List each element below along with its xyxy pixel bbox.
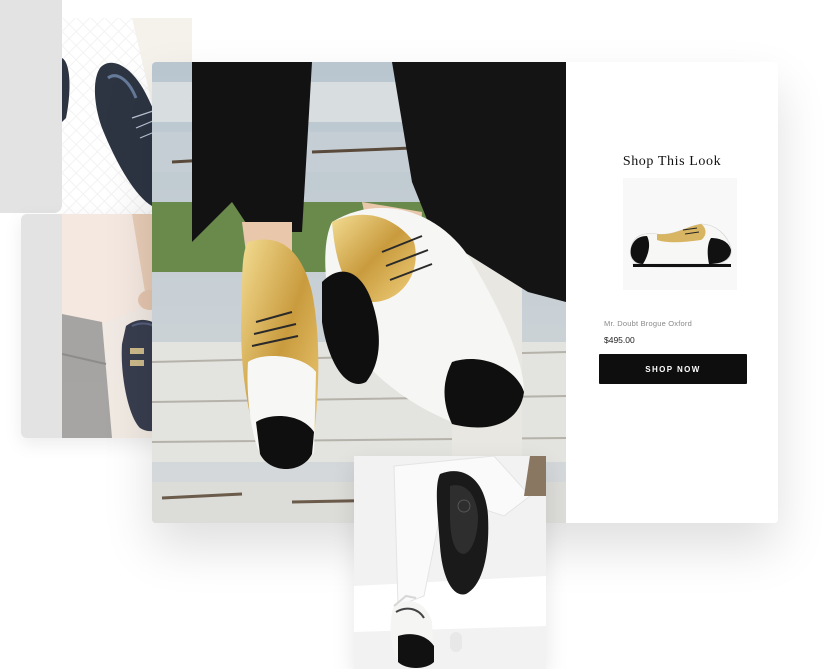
product-price: $495.00 — [604, 335, 635, 345]
photo-brogue-sole — [354, 456, 546, 669]
hero-photo-wingtip-brogues — [152, 62, 566, 523]
decorative-card-top-left — [0, 0, 62, 213]
product-name[interactable]: Mr. Doubt Brogue Oxford — [604, 319, 692, 328]
shop-now-button[interactable]: SHOP NOW — [599, 354, 747, 384]
shop-this-look-sidebar: Shop This Look Mr. Doubt Brogue Oxford $… — [566, 62, 778, 523]
shop-title: Shop This Look — [622, 154, 722, 169]
shop-the-look-panel: Shop This Look Mr. Doubt Brogue Oxford $… — [152, 62, 778, 523]
product-image[interactable] — [623, 178, 737, 290]
